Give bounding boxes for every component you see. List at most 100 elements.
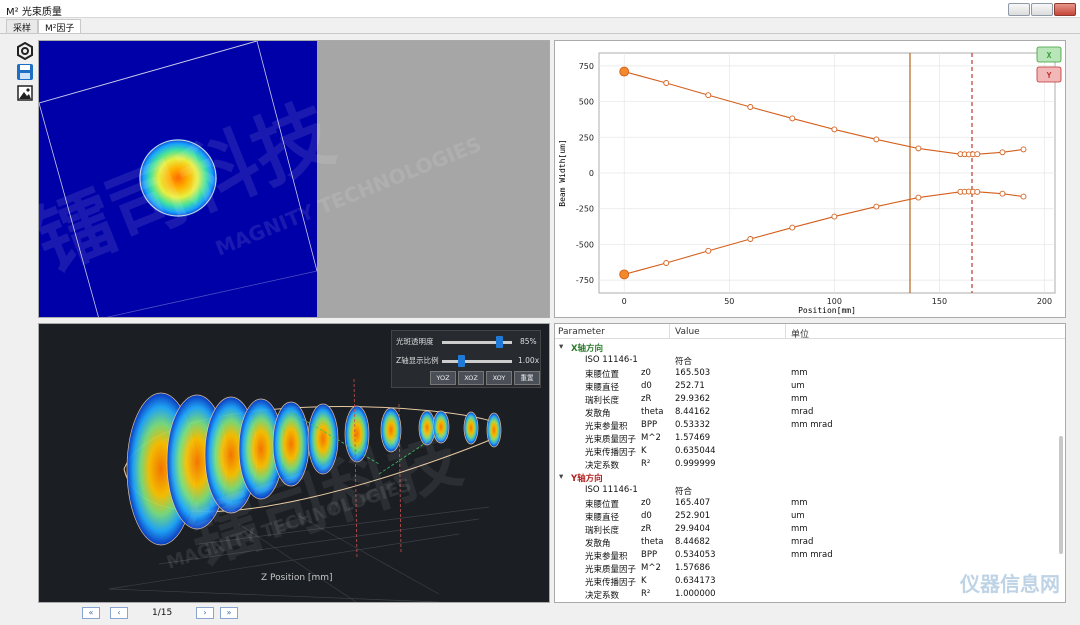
param-name: 光束传播因子 [585, 448, 637, 458]
param-symbol: M^2 [641, 433, 661, 443]
param-value: 29.9362 [675, 394, 711, 404]
param-symbol: z0 [641, 368, 651, 378]
view-xoz-button[interactable]: XOZ [458, 371, 484, 385]
table-row: 瑞利长度 zR 29.9404 mm [555, 523, 1055, 536]
y-axis-label: Beam Width[um] [558, 139, 567, 206]
data-point [705, 247, 712, 254]
close-button[interactable] [1054, 3, 1076, 16]
param-symbol: K [641, 446, 647, 456]
view-xoy-button[interactable]: XOY [486, 371, 512, 385]
view-yoz-button[interactable]: YOZ [430, 371, 456, 385]
param-unit: mm [791, 498, 808, 508]
legend-button-x[interactable]: X [1036, 46, 1062, 63]
zscale-slider[interactable] [442, 360, 512, 363]
next-page-button[interactable]: › [196, 607, 214, 619]
beam-width-chart[interactable]: 0 50 100 150 200 750 500 250 0 -250 -500 -750 Positi… [554, 40, 1066, 318]
param-symbol: M^2 [641, 563, 661, 573]
data-point [619, 269, 630, 280]
data-point [915, 145, 922, 152]
param-symbol: K [641, 576, 647, 586]
table-row: 光束质量因子 M^2 1.57469 [555, 432, 1055, 445]
data-point [1020, 193, 1027, 200]
tab-sampling[interactable]: 采样 [6, 19, 39, 34]
param-name: 束腰直径 [585, 513, 620, 523]
param-unit: mrad [791, 537, 814, 547]
svg-text:X: X [1047, 51, 1052, 60]
data-point [873, 203, 880, 210]
param-symbol: d0 [641, 511, 652, 521]
x-tick-label: 100 [827, 297, 842, 306]
expand-icon[interactable]: ▾ [559, 342, 563, 352]
y-tick-label: -250 [576, 205, 594, 214]
opacity-label: 光斑透明度 [396, 337, 434, 346]
param-value: 8.44162 [675, 407, 711, 417]
scrollbar[interactable] [1059, 436, 1063, 554]
header-value: Value [675, 327, 700, 337]
reset-view-button[interactable]: 重置 [514, 371, 540, 385]
corner-watermark: 仪器信息网 [960, 572, 1060, 596]
param-name: 光束参量积 [585, 422, 628, 432]
data-point [831, 126, 838, 133]
data-point [974, 151, 981, 158]
data-point [873, 136, 880, 143]
x-tick-label: 150 [932, 297, 947, 306]
data-point [747, 104, 754, 110]
data-point [789, 224, 796, 231]
x-axis-label: Position[mm] [798, 306, 856, 315]
beam-3d-view[interactable]: 镭司科技 MAGNITY TECHNOLOGIES Z Position [mm… [38, 323, 550, 603]
param-symbol: BPP [641, 420, 658, 430]
z-axis-label: Z Position [mm] [261, 573, 333, 583]
beam-cross-section [486, 412, 502, 448]
minimize-button[interactable] [1008, 3, 1030, 16]
expand-icon[interactable]: ▾ [559, 472, 563, 482]
param-name: 光束质量因子 [585, 435, 637, 445]
param-value: 0.634173 [675, 576, 716, 586]
param-symbol: theta [641, 407, 664, 417]
param-name: ISO 11146-1 [585, 355, 638, 365]
param-value: 0.999999 [675, 459, 716, 469]
param-value: 8.44682 [675, 537, 711, 547]
group-title: X轴方向 [571, 344, 604, 354]
image-icon[interactable] [16, 84, 34, 102]
first-page-button[interactable]: « [82, 607, 100, 619]
opacity-slider-handle[interactable] [496, 336, 503, 348]
page-indicator: 1/15 [152, 608, 173, 618]
last-page-button[interactable]: » [220, 607, 238, 619]
group-row[interactable]: ▾ Y轴方向 [555, 471, 1055, 484]
tab-m2-factor[interactable]: M²因子 [38, 19, 82, 34]
data-point [831, 213, 838, 220]
param-value: 29.9404 [675, 524, 711, 534]
data-point [663, 260, 670, 266]
maximize-button[interactable] [1031, 3, 1053, 16]
save-icon[interactable] [16, 63, 34, 81]
prev-page-button[interactable]: ‹ [110, 607, 128, 619]
param-value: 1.57686 [675, 563, 711, 573]
table-row: 束腰位置 z0 165.407 mm [555, 497, 1055, 510]
param-name: 决定系数 [585, 461, 620, 471]
param-name: 瑞利长度 [585, 396, 620, 406]
data-point [619, 66, 630, 77]
zscale-slider-handle[interactable] [458, 355, 465, 367]
group-row[interactable]: ▾ X轴方向 [555, 341, 1055, 354]
param-value: 1.57469 [675, 433, 711, 443]
camera-view[interactable]: 镭司科技 MAGNITY TECHNOLOGIES [38, 40, 550, 318]
data-point [915, 194, 922, 201]
svg-text:Y: Y [1047, 71, 1052, 80]
group-title: Y轴方向 [571, 474, 603, 484]
param-name: 束腰直径 [585, 383, 620, 393]
param-name: 束腰位置 [585, 370, 620, 380]
param-symbol: z0 [641, 498, 651, 508]
param-name: 发散角 [585, 539, 611, 549]
param-value: 252.901 [675, 511, 711, 521]
param-value: 符合 [675, 357, 693, 367]
param-symbol: R² [641, 459, 651, 469]
settings-icon[interactable] [16, 42, 34, 60]
param-name: 决定系数 [585, 591, 620, 601]
param-value: 0.635044 [675, 446, 716, 456]
param-value: 0.534053 [675, 550, 716, 560]
x-tick-label: 0 [622, 297, 627, 306]
param-unit: um [791, 381, 805, 391]
legend-button-y[interactable]: Y [1036, 66, 1062, 83]
y-tick-label: 0 [589, 169, 594, 178]
param-unit: um [791, 511, 805, 521]
